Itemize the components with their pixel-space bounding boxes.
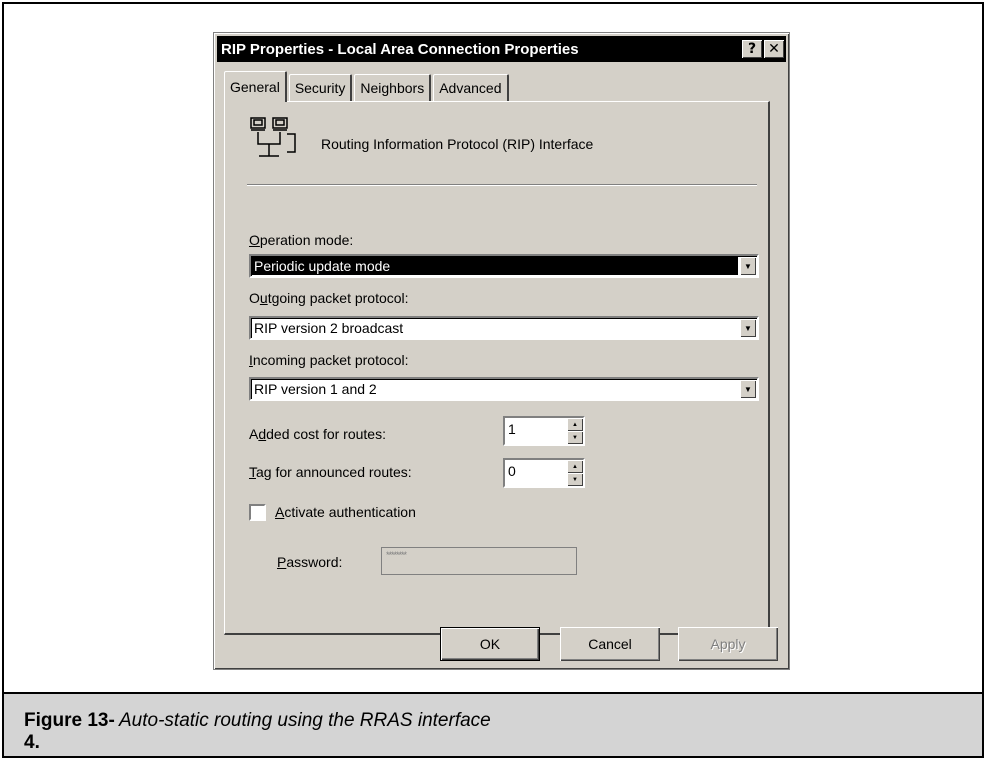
incoming-protocol-value: RIP version 1 and 2 — [254, 381, 377, 397]
operation-mode-label: Operation mode: — [249, 232, 354, 248]
caption-band: Figure 13-4. Auto-static routing using t… — [4, 694, 982, 756]
added-cost-spinner[interactable]: 1 ▲ ▼ — [503, 416, 585, 446]
incoming-protocol-select[interactable]: RIP version 1 and 2 ▼ — [249, 377, 759, 401]
help-icon: ? — [747, 41, 757, 57]
title-bar: RIP Properties - Local Area Connection P… — [217, 36, 786, 62]
added-cost-label: Added cost for routes: — [249, 426, 386, 442]
outgoing-protocol-select[interactable]: RIP version 2 broadcast ▼ — [249, 316, 759, 340]
figure-frame: RIP Properties - Local Area Connection P… — [2, 2, 984, 758]
spin-up-icon[interactable]: ▲ — [567, 418, 583, 431]
operation-mode-value: Periodic update mode — [252, 257, 738, 275]
network-connection-icon — [249, 116, 299, 169]
spin-down-icon[interactable]: ▼ — [567, 473, 583, 486]
added-cost-value[interactable]: 1 — [505, 418, 567, 444]
tab-general[interactable]: General — [224, 71, 287, 102]
spin-down-icon[interactable]: ▼ — [567, 431, 583, 444]
outgoing-protocol-label: Outgoing packet protocol: — [249, 290, 409, 306]
general-tab-panel: Routing Information Protocol (RIP) Inter… — [224, 101, 770, 635]
chevron-down-icon[interactable]: ▼ — [740, 319, 756, 337]
tab-security[interactable]: Security — [288, 74, 353, 101]
tag-label: Tag for announced routes: — [249, 464, 412, 480]
figure-label: Figure 13-4. — [24, 710, 115, 753]
dialog-title: RIP Properties - Local Area Connection P… — [221, 40, 579, 58]
password-label: Password: — [277, 554, 343, 570]
rip-properties-dialog: RIP Properties - Local Area Connection P… — [213, 32, 790, 670]
tab-advanced[interactable]: Advanced — [433, 74, 509, 101]
close-button[interactable]: ✕ — [764, 40, 784, 58]
chevron-down-icon[interactable]: ▼ — [740, 380, 756, 398]
protocol-interface-title: Routing Information Protocol (RIP) Inter… — [321, 136, 594, 152]
cancel-button[interactable]: Cancel — [560, 627, 660, 661]
figure-caption: Figure 13-4. Auto-static routing using t… — [24, 710, 491, 754]
ok-button[interactable]: OK — [440, 627, 540, 661]
spin-up-icon[interactable]: ▲ — [567, 460, 583, 473]
chevron-down-icon[interactable]: ▼ — [740, 257, 756, 275]
tab-neighbors[interactable]: Neighbors — [354, 74, 432, 101]
activate-authentication-label[interactable]: Activate authentication — [275, 504, 416, 520]
figure-description: Auto-static routing using the RRAS inter… — [119, 710, 491, 731]
activate-authentication-checkbox[interactable] — [249, 504, 266, 521]
tab-strip: General Security Neighbors Advanced — [224, 71, 511, 102]
close-icon: ✕ — [768, 41, 780, 57]
operation-mode-select[interactable]: Periodic update mode ▼ — [249, 254, 759, 278]
incoming-protocol-label: Incoming packet protocol: — [249, 352, 409, 368]
help-button[interactable]: ? — [742, 40, 762, 58]
tag-value[interactable]: 0 — [505, 460, 567, 486]
password-field[interactable]: ******** — [381, 547, 577, 575]
outgoing-protocol-value: RIP version 2 broadcast — [254, 320, 404, 336]
separator — [247, 184, 757, 186]
apply-button[interactable]: Apply — [678, 627, 778, 661]
tag-spinner[interactable]: 0 ▲ ▼ — [503, 458, 585, 488]
